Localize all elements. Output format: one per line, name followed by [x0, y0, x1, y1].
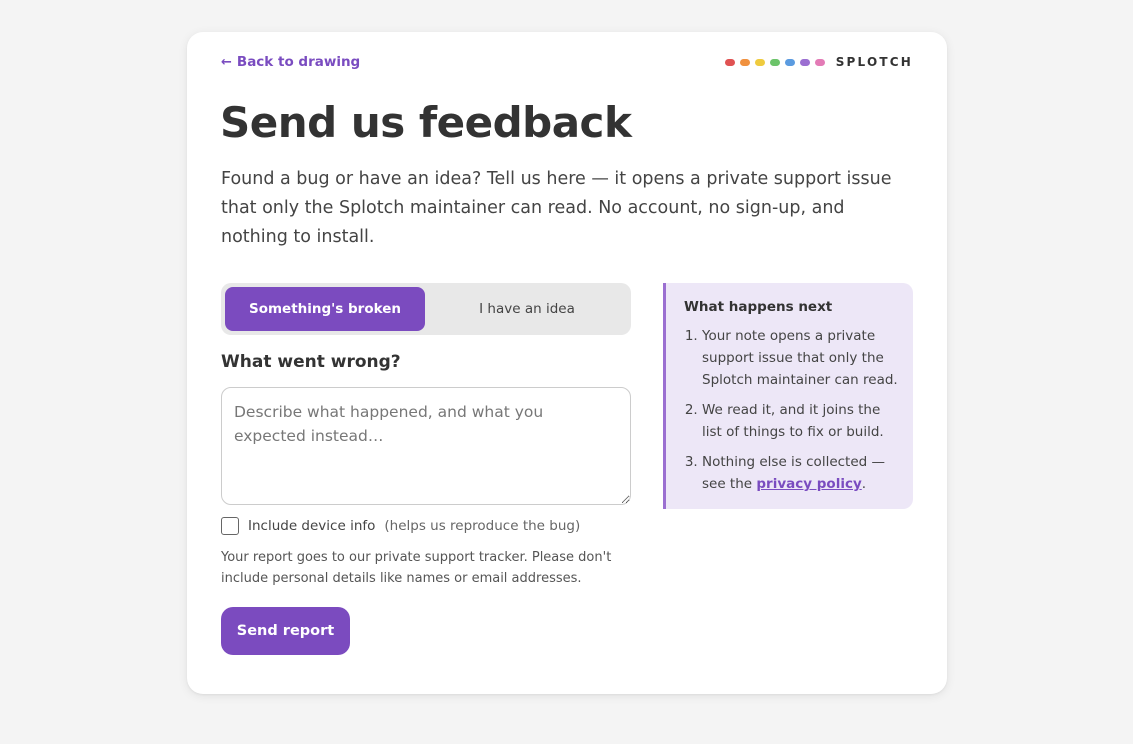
page-title: Send us feedback	[220, 98, 632, 147]
brand-dot-purple	[799, 58, 810, 66]
device-info-hint: (helps us reproduce the bug)	[384, 518, 581, 534]
privacy-note: Your report goes to our private support …	[221, 550, 612, 586]
steps-list: Your note opens a private support issue …	[684, 325, 899, 495]
step-item: We read it, and it joins the list of thi…	[702, 399, 899, 443]
brand-name: SPLOTCH	[835, 55, 913, 69]
feedback-form: Something's broken I have an idea What w…	[221, 283, 631, 655]
brand-dot-green	[769, 58, 780, 66]
brand-dot-yellow	[754, 58, 765, 66]
arrow-left-icon: ←	[221, 54, 232, 70]
send-report-button[interactable]: Send report	[221, 607, 350, 655]
page-intro: Found a bug or have an idea? Tell us her…	[221, 169, 892, 247]
device-info-row: Include device info (helps us reproduce …	[221, 517, 631, 535]
device-info-checkbox[interactable]	[221, 517, 239, 535]
field-label: What went wrong?	[221, 352, 401, 372]
back-link-label: Back to drawing	[236, 54, 361, 70]
brand-dot-blue	[784, 58, 795, 66]
device-info-label[interactable]: Include device info	[248, 518, 375, 534]
what-happens-next-panel: What happens next Your note opens a priv…	[663, 283, 913, 509]
feedback-type-toggle: Something's broken I have an idea	[221, 283, 631, 335]
tab-something-broken[interactable]: Something's broken	[225, 287, 425, 331]
brand-dot-red	[724, 58, 735, 66]
feedback-card: ← Back to drawing SPLOTCH Send us feedba…	[187, 32, 947, 694]
step-item: Nothing else is collected — see the priv…	[702, 451, 899, 495]
panel-title: What happens next	[684, 299, 833, 315]
step-3-suffix: .	[861, 476, 867, 492]
tab-have-an-idea[interactable]: I have an idea	[427, 287, 627, 331]
brand-dot-orange	[739, 58, 750, 66]
step-item: Your note opens a private support issue …	[702, 325, 899, 391]
back-to-drawing-link[interactable]: ← Back to drawing	[221, 54, 360, 70]
brand-logo: SPLOTCH	[724, 55, 913, 69]
brand-dot-pink	[814, 58, 825, 66]
top-bar: ← Back to drawing SPLOTCH	[221, 52, 913, 72]
feedback-textarea[interactable]	[221, 387, 631, 505]
privacy-policy-link[interactable]: privacy policy	[756, 476, 861, 492]
